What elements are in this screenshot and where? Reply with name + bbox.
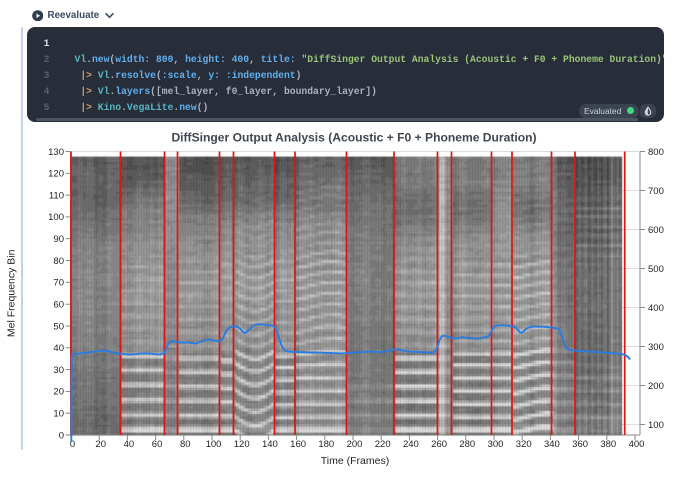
svg-text:600: 600	[648, 225, 664, 236]
svg-text:100: 100	[648, 420, 664, 431]
svg-text:30: 30	[53, 365, 64, 376]
svg-text:220: 220	[375, 439, 391, 450]
svg-text:100: 100	[48, 212, 64, 223]
svg-text:400: 400	[629, 439, 645, 450]
svg-text:120: 120	[48, 169, 64, 180]
svg-text:DiffSinger Output Analysis (Ac: DiffSinger Output Analysis (Acoustic + F…	[171, 131, 536, 145]
svg-text:120: 120	[234, 439, 250, 450]
svg-text:240: 240	[403, 439, 419, 450]
svg-text:70: 70	[53, 278, 64, 289]
svg-text:500: 500	[648, 264, 664, 275]
svg-text:40: 40	[124, 439, 135, 450]
svg-text:180: 180	[318, 439, 334, 450]
svg-text:140: 140	[262, 439, 278, 450]
svg-text:300: 300	[488, 439, 504, 450]
svg-text:0: 0	[59, 430, 64, 441]
svg-text:20: 20	[53, 387, 64, 398]
svg-text:10: 10	[53, 409, 64, 420]
svg-text:110: 110	[49, 190, 64, 201]
svg-text:40: 40	[53, 343, 64, 354]
svg-text:60: 60	[152, 439, 163, 450]
svg-text:20: 20	[95, 439, 106, 450]
svg-text:320: 320	[516, 439, 532, 450]
svg-text:400: 400	[648, 303, 664, 314]
svg-text:80: 80	[53, 256, 64, 267]
svg-text:200: 200	[347, 439, 363, 450]
svg-text:Time (Frames): Time (Frames)	[321, 455, 389, 467]
svg-text:160: 160	[290, 439, 306, 450]
svg-text:280: 280	[459, 439, 475, 450]
svg-text:80: 80	[180, 439, 191, 450]
svg-text:100: 100	[206, 439, 222, 450]
svg-text:60: 60	[53, 300, 64, 311]
svg-text:Mel Frequency Bin: Mel Frequency Bin	[6, 249, 18, 337]
svg-text:340: 340	[544, 439, 560, 450]
svg-text:300: 300	[648, 342, 664, 353]
svg-text:200: 200	[648, 381, 664, 392]
svg-text:90: 90	[53, 234, 64, 245]
svg-text:260: 260	[431, 439, 447, 450]
svg-text:380: 380	[600, 439, 616, 450]
svg-text:800: 800	[648, 147, 664, 158]
svg-text:360: 360	[572, 439, 588, 450]
svg-text:50: 50	[53, 321, 64, 332]
svg-text:130: 130	[48, 147, 64, 158]
svg-text:700: 700	[648, 186, 664, 197]
